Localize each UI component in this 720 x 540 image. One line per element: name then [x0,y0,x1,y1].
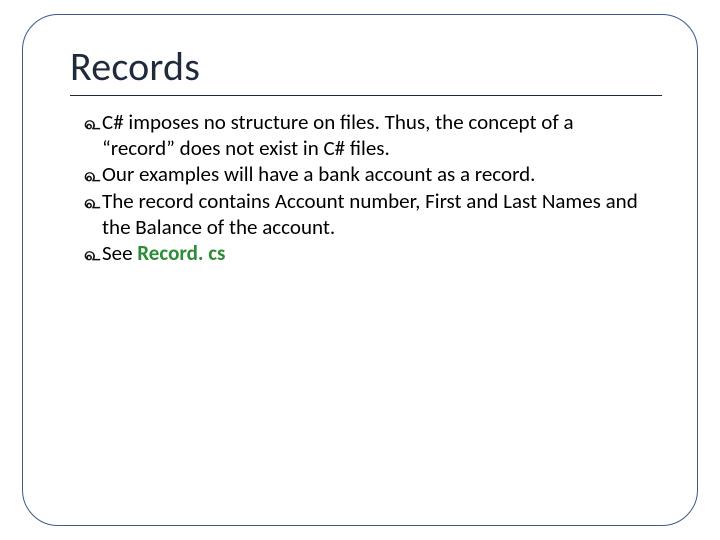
swirl-icon: ௳ [84,241,100,267]
bullet-item: ௳ The record contains Account number, Fi… [84,189,640,240]
bullet-text: The record contains Account number, Firs… [102,189,640,240]
bullet-prefix: See [102,240,137,266]
swirl-icon: ௳ [84,110,100,136]
slide: Records ௳ C# imposes no structure on fil… [0,0,720,540]
bullet-text: See Record. cs [102,241,640,267]
swirl-icon: ௳ [84,189,100,215]
bullet-text: C# imposes no structure on files. Thus, … [102,110,640,161]
bullet-item: ௳ See Record. cs [84,241,640,267]
bullet-item: ௳ Our examples will have a bank account … [84,162,640,188]
bullet-item: ௳ C# imposes no structure on files. Thus… [84,110,640,161]
title-underline [70,95,662,96]
file-link[interactable]: Record. cs [137,240,225,266]
bullet-text: Our examples will have a bank account as… [102,162,640,188]
slide-title: Records [70,42,684,91]
slide-content: ௳ C# imposes no structure on files. Thus… [84,110,640,267]
swirl-icon: ௳ [84,162,100,188]
